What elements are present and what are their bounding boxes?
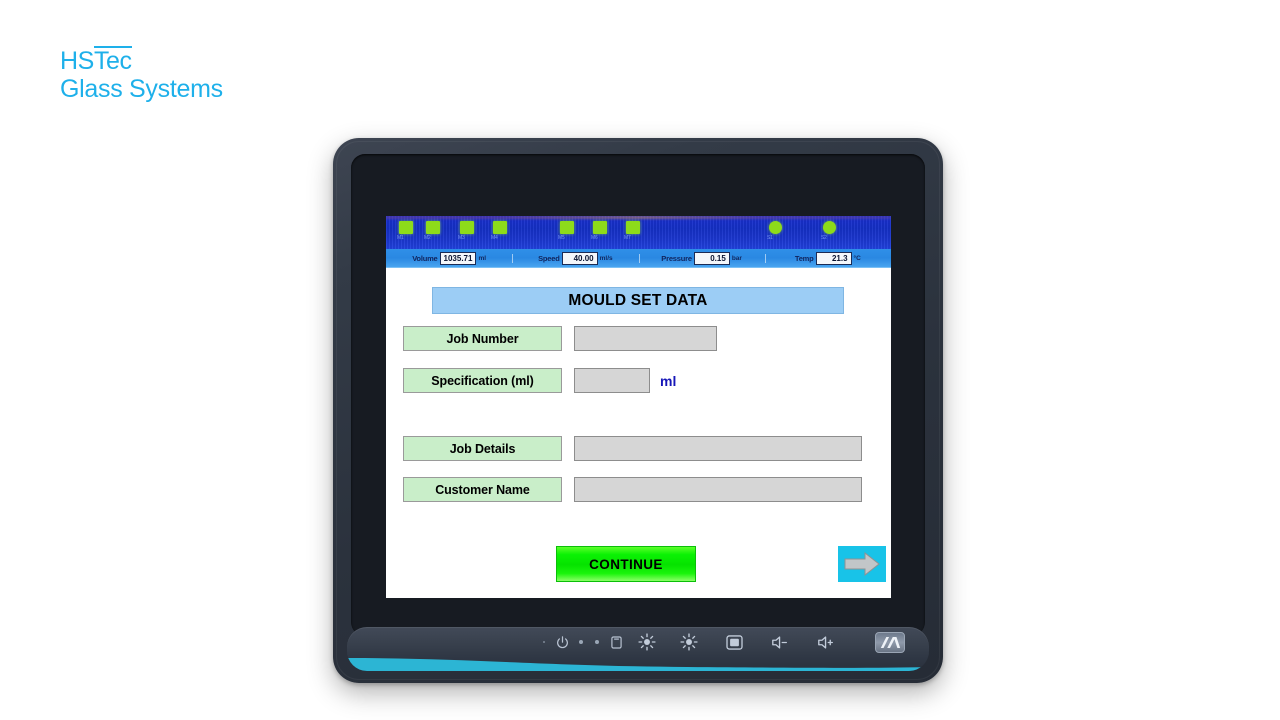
- hmi-readout-bar: Volume 1035.71 ml Speed 40.00 ml/s Press…: [386, 249, 891, 268]
- brand-logo: HSTec Glass Systems: [60, 46, 223, 102]
- readout-pressure-label: Pressure: [661, 253, 692, 263]
- field-row-specification: Specification (ml) ml: [403, 368, 676, 393]
- readout-volume-value: 1035.71: [439, 251, 477, 265]
- led-indicator-icon: [589, 627, 605, 657]
- brand-logo-line1: HSTec: [60, 46, 132, 75]
- manufacturer-logo-icon: [875, 631, 905, 653]
- readout-volume-unit: ml: [478, 254, 487, 262]
- brightness-down-icon[interactable]: [667, 627, 711, 657]
- brightness-up-icon[interactable]: [627, 627, 667, 657]
- hmi-status-bar: M1 M2 M3 M4 M5 M6 M7 S1 S2: [386, 216, 891, 249]
- readout-pressure-value: 0.15: [693, 251, 730, 265]
- readout-temp-label: Temp: [794, 253, 814, 263]
- brand-logo-tec: Tec: [93, 46, 132, 75]
- status-indicator-2: [426, 221, 440, 234]
- status-indicator-8: [769, 221, 782, 234]
- volume-up-icon[interactable]: [803, 627, 849, 657]
- readout-temp-unit: °C: [853, 254, 861, 262]
- status-indicator-label-1: M1: [397, 235, 404, 241]
- bezel-icon-row: [347, 627, 929, 657]
- status-indicator-5: [560, 221, 574, 234]
- status-indicator-4: [493, 221, 507, 234]
- status-indicator-label-9: S2: [821, 235, 827, 241]
- display-icon[interactable]: [711, 627, 757, 657]
- readout-pressure: Pressure 0.15 bar: [638, 251, 765, 265]
- hmi-form-body: MOULD SET DATA Job Number Specification …: [386, 268, 891, 598]
- bezel-accent-stripe: [347, 655, 929, 671]
- hmi-display: M1 M2 M3 M4 M5 M6 M7 S1 S2 Volume 1035.7…: [386, 216, 891, 598]
- readout-temp: Temp 21.3 °C: [764, 251, 891, 265]
- label-job-details: Job Details: [403, 436, 562, 461]
- label-job-number: Job Number: [403, 326, 562, 351]
- readout-speed: Speed 40.00 ml/s: [512, 251, 638, 265]
- status-dot-icon: [537, 627, 551, 657]
- power-icon[interactable]: [551, 627, 573, 657]
- continue-button[interactable]: CONTINUE: [556, 546, 696, 582]
- volume-down-icon[interactable]: [757, 627, 803, 657]
- status-indicator-6: [593, 221, 607, 234]
- input-job-number[interactable]: [574, 326, 717, 351]
- status-indicator-label-2: M2: [424, 235, 431, 241]
- input-specification[interactable]: [574, 368, 650, 393]
- monitor-control-bezel: [347, 627, 929, 671]
- label-customer-name: Customer Name: [403, 477, 562, 502]
- input-job-details[interactable]: [574, 436, 862, 461]
- status-indicator-7: [626, 221, 640, 234]
- readout-volume: Volume 1035.71 ml: [386, 251, 512, 265]
- status-indicator-label-7: M7: [624, 235, 631, 241]
- unit-label-ml: ml: [660, 372, 677, 389]
- status-indicator-1: [399, 221, 413, 234]
- field-row-customer-name: Customer Name: [403, 477, 862, 502]
- input-customer-name[interactable]: [574, 477, 862, 502]
- screen-surround: M1 M2 M3 M4 M5 M6 M7 S1 S2 Volume 1035.7…: [351, 154, 925, 636]
- status-indicator-label-5: M5: [558, 235, 565, 241]
- next-page-button[interactable]: [838, 546, 886, 582]
- page-title: MOULD SET DATA: [432, 287, 844, 314]
- arrow-right-icon: [843, 551, 881, 577]
- label-specification: Specification (ml): [403, 368, 562, 393]
- led-indicator-icon: [573, 627, 589, 657]
- status-indicator-label-6: M6: [591, 235, 598, 241]
- status-indicator-label-8: S1: [767, 235, 773, 241]
- hmi-monitor-chassis: M1 M2 M3 M4 M5 M6 M7 S1 S2 Volume 1035.7…: [333, 138, 943, 683]
- readout-pressure-unit: bar: [731, 254, 742, 262]
- readout-speed-label: Speed: [538, 253, 560, 263]
- readout-temp-value: 21.3: [815, 251, 852, 265]
- status-indicator-9: [823, 221, 836, 234]
- readout-volume-label: Volume: [412, 253, 438, 263]
- field-row-job-details: Job Details: [403, 436, 862, 461]
- brand-logo-line2: Glass Systems: [60, 74, 223, 103]
- menu-square-icon[interactable]: [605, 627, 627, 657]
- status-indicator-label-4: M4: [491, 235, 498, 241]
- readout-speed-value: 40.00: [561, 251, 598, 265]
- readout-speed-unit: ml/s: [599, 254, 613, 262]
- field-row-job-number: Job Number: [403, 326, 717, 351]
- brand-logo-hs: HS: [60, 47, 94, 75]
- status-indicator-3: [460, 221, 474, 234]
- status-indicator-label-3: M3: [458, 235, 465, 241]
